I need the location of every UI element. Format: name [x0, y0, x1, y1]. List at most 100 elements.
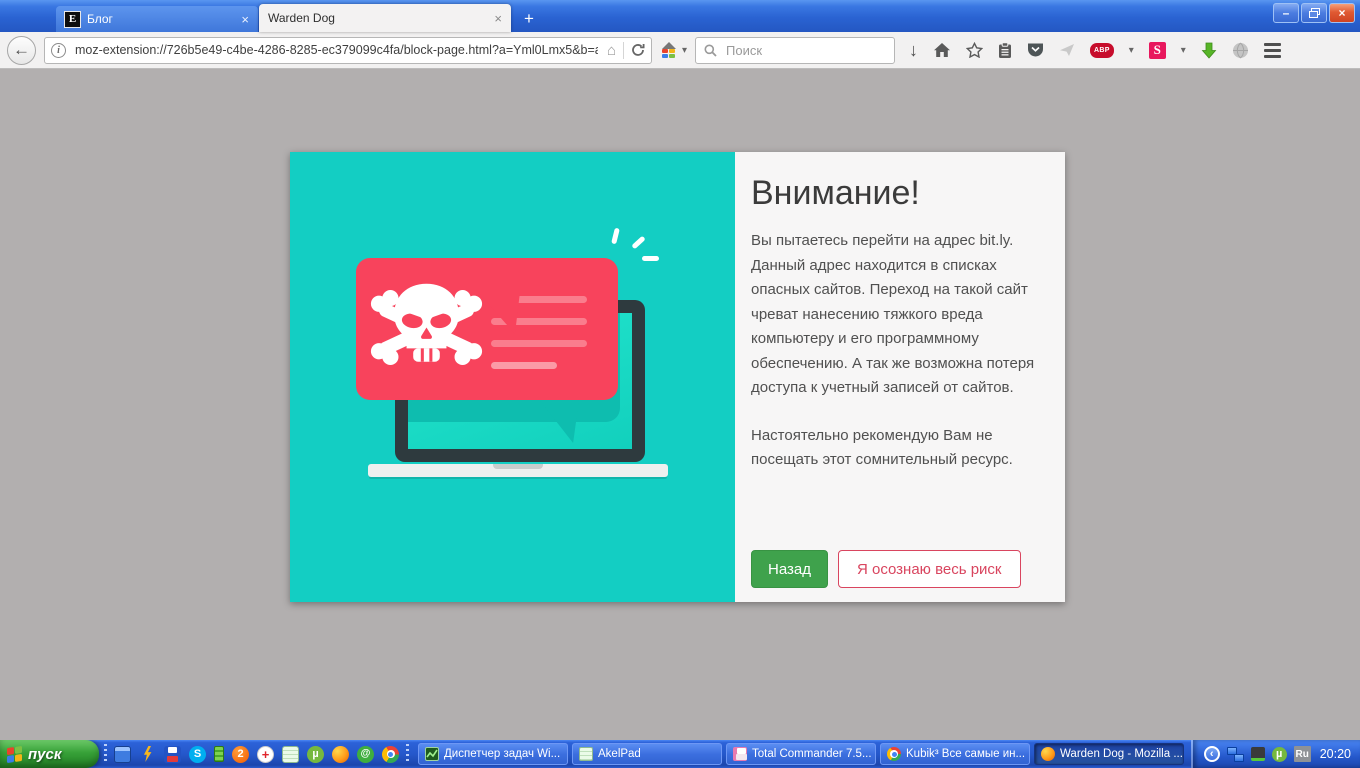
start-button[interactable]: пуск: [0, 740, 99, 768]
taskbtn-warden-dog-firefox[interactable]: Warden Dog - Mozilla ...: [1034, 743, 1184, 765]
taskbtn-label: Kubik³ Все самые ин...: [906, 748, 1025, 760]
navigation-toolbar: ← i ⌂ ▾ ↓: [0, 32, 1360, 69]
task-buttons: Диспетчер задач Wi... AkelPad Total Comm…: [418, 743, 1184, 765]
winamp-icon[interactable]: [139, 746, 156, 763]
illustration-panel: [290, 152, 735, 602]
orange-2-app-icon[interactable]: 2: [232, 746, 249, 763]
new-tab-button[interactable]: +: [513, 8, 545, 30]
tab-warden-dog-label: Warden Dog: [268, 11, 335, 25]
spark-icon: [611, 228, 620, 245]
taskbtn-label: Total Commander 7.5...: [752, 748, 872, 760]
back-button[interactable]: ←: [7, 36, 36, 65]
page-info-icon[interactable]: i: [51, 43, 66, 58]
search-box[interactable]: [695, 37, 895, 64]
start-label: пуск: [28, 746, 61, 763]
adblock-caret-icon[interactable]: ▾: [1129, 45, 1134, 56]
language-indicator[interactable]: Ru: [1294, 746, 1311, 762]
action-buttons: Назад Я осознаю весь риск: [751, 550, 1021, 588]
quicklaunch-grip[interactable]: [104, 744, 107, 764]
tray-collapse-icon[interactable]: ‹: [1204, 746, 1220, 762]
bubble-text-line: [491, 362, 557, 369]
restore-button[interactable]: [1301, 3, 1327, 23]
skype-icon[interactable]: S: [189, 746, 206, 763]
system-tray: ‹ µ Ru 20:20: [1191, 740, 1360, 768]
taskband-grip[interactable]: [406, 744, 409, 764]
taskbtn-total-commander[interactable]: Total Commander 7.5...: [726, 743, 876, 765]
notepad-icon[interactable]: [282, 746, 299, 763]
taskbar: пуск S 2 + µ @ Диспетчер задач Wi... Ake…: [0, 740, 1360, 768]
malware-alert-bubble: [356, 258, 618, 400]
windows-flag-icon: [7, 745, 22, 762]
library-icon[interactable]: [998, 42, 1012, 59]
scrapbook-icon[interactable]: S: [1149, 42, 1166, 59]
pocket-icon[interactable]: [1027, 42, 1044, 58]
offline-globe-icon[interactable]: [1232, 42, 1249, 59]
tab-warden-dog-close-icon[interactable]: ×: [494, 12, 502, 25]
laptop-base-notch: [493, 464, 543, 469]
speed-dial-caret-icon[interactable]: ▾: [682, 45, 687, 56]
taskbtn-task-manager[interactable]: Диспетчер задач Wi...: [418, 743, 568, 765]
quick-launch-bar: S 2 + µ @: [112, 746, 401, 763]
warning-panel: Внимание! Вы пытаетесь перейти на адрес …: [735, 152, 1065, 602]
video-download-helper-icon[interactable]: [1201, 42, 1217, 59]
search-input[interactable]: [724, 42, 904, 59]
url-input[interactable]: [73, 42, 600, 58]
minimize-button[interactable]: –: [1273, 3, 1299, 23]
page-title: Внимание!: [751, 174, 1049, 213]
network-icon[interactable]: [1227, 747, 1244, 762]
menu-hamburger-icon[interactable]: [1264, 43, 1281, 58]
skull-crossbones-icon: [364, 280, 489, 375]
chrome-icon: [887, 747, 901, 761]
tab-blog-close-icon[interactable]: ×: [241, 13, 249, 26]
send-tab-icon[interactable]: [1059, 43, 1075, 57]
task-manager-icon: [425, 747, 439, 761]
show-desktop-icon[interactable]: [114, 746, 131, 763]
urlbar-divider: [623, 42, 624, 59]
bookmark-star-icon[interactable]: [966, 42, 983, 58]
taskbtn-akelpad[interactable]: AkelPad: [572, 743, 722, 765]
speed-dial-control[interactable]: ▾: [660, 42, 687, 58]
window-titlebar: E Блог × Warden Dog × + – ×: [0, 0, 1360, 32]
tab-warden-dog[interactable]: Warden Dog ×: [259, 4, 511, 32]
tab-blog[interactable]: E Блог ×: [56, 6, 258, 32]
total-commander-quicklaunch-icon[interactable]: [164, 746, 181, 763]
scrapbook-caret-icon[interactable]: ▾: [1181, 45, 1186, 56]
taskbtn-label: AkelPad: [598, 748, 641, 760]
taskbtn-kubik-chrome[interactable]: Kubik³ Все самые ин...: [880, 743, 1030, 765]
home-icon[interactable]: [933, 42, 951, 58]
search-icon: [704, 44, 717, 57]
blog-favicon-icon: E: [65, 12, 80, 27]
toolbar-icons: ↓ ABP ▾ S ▾: [909, 41, 1281, 59]
clock: 20:20: [1320, 747, 1351, 761]
go-back-button[interactable]: Назад: [751, 550, 828, 588]
utorrent-icon[interactable]: µ: [307, 746, 324, 763]
speed-dial-icon: [660, 42, 678, 58]
downloads-icon[interactable]: ↓: [909, 41, 918, 59]
bubble-text-line: [491, 340, 587, 347]
firefox-icon: [1041, 747, 1055, 761]
taskbtn-label: Warden Dog - Mozilla ...: [1060, 748, 1183, 760]
medical-cross-icon[interactable]: +: [257, 746, 274, 763]
reader-home-icon[interactable]: ⌂: [607, 43, 616, 58]
adblock-plus-icon[interactable]: ABP: [1090, 43, 1114, 58]
warning-paragraph-2: Настоятельно рекомендую Вам не посещать …: [751, 424, 1049, 473]
chrome-icon[interactable]: [382, 746, 399, 763]
close-button[interactable]: ×: [1329, 3, 1355, 23]
total-commander-icon: [733, 747, 747, 761]
browser-viewport: Внимание! Вы пытаетесь перейти на адрес …: [0, 69, 1360, 740]
console-app-tray-icon[interactable]: [1251, 747, 1265, 761]
accept-risk-button[interactable]: Я осознаю весь риск: [838, 550, 1021, 588]
reload-icon[interactable]: [631, 43, 645, 57]
utorrent-tray-icon[interactable]: µ: [1272, 747, 1287, 762]
warning-paragraph-1: Вы пытаетесь перейти на адрес bit.ly. Да…: [751, 229, 1049, 401]
mail-at-icon[interactable]: @: [357, 746, 374, 763]
firefox-icon[interactable]: [332, 746, 349, 763]
url-bar[interactable]: i ⌂: [44, 37, 652, 64]
battery-tool-icon[interactable]: [214, 746, 224, 762]
restore-icon: [1309, 8, 1320, 18]
tab-blog-label: Блог: [87, 12, 113, 26]
spark-icon: [631, 236, 645, 250]
akelpad-icon: [579, 747, 593, 761]
block-page-card: Внимание! Вы пытаетесь перейти на адрес …: [290, 152, 1065, 602]
taskbtn-label: Диспетчер задач Wi...: [444, 748, 560, 760]
